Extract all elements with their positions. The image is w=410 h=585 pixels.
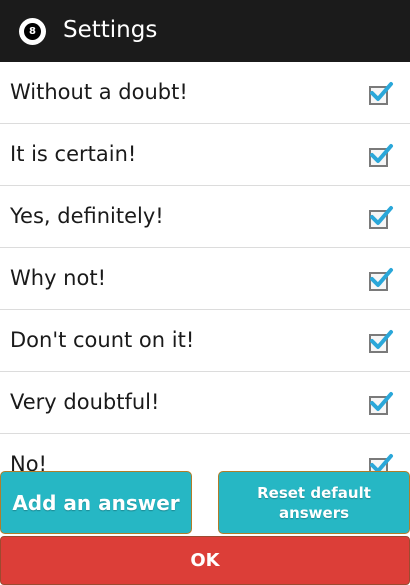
answer-checkbox[interactable] bbox=[368, 330, 393, 355]
list-item[interactable]: Without a doubt! bbox=[0, 62, 410, 124]
eight-ball-icon: 8 bbox=[19, 18, 46, 45]
list-item[interactable]: Why not! bbox=[0, 248, 410, 310]
ok-button[interactable]: OK bbox=[0, 536, 410, 585]
answer-label: Without a doubt! bbox=[10, 80, 188, 104]
answer-label: Why not! bbox=[10, 266, 106, 290]
eight-ball-number: 8 bbox=[24, 23, 41, 40]
checkmark-icon bbox=[370, 144, 393, 163]
action-bar: 8 Settings bbox=[0, 0, 410, 62]
answer-label: Yes, definitely! bbox=[10, 204, 164, 228]
answer-label: Don't count on it! bbox=[10, 328, 195, 352]
answer-label: Very doubtful! bbox=[10, 390, 160, 414]
answer-checkbox[interactable] bbox=[368, 268, 393, 293]
answer-checkbox[interactable] bbox=[368, 144, 393, 169]
answers-list[interactable]: Without a doubt! It is certain! Yes, def… bbox=[0, 62, 410, 480]
checkmark-icon bbox=[370, 392, 393, 411]
checkmark-icon bbox=[370, 268, 393, 287]
list-item[interactable]: Very doubtful! bbox=[0, 372, 410, 434]
list-item[interactable]: Don't count on it! bbox=[0, 310, 410, 372]
checkmark-icon bbox=[370, 330, 393, 349]
answer-checkbox[interactable] bbox=[368, 82, 393, 107]
checkmark-icon bbox=[370, 206, 393, 225]
answer-label: It is certain! bbox=[10, 142, 137, 166]
add-answer-button[interactable]: Add an answer bbox=[0, 471, 192, 534]
checkmark-icon bbox=[370, 82, 393, 101]
list-item[interactable]: It is certain! bbox=[0, 124, 410, 186]
page-title: Settings bbox=[63, 17, 158, 43]
answer-checkbox[interactable] bbox=[368, 392, 393, 417]
answer-checkbox[interactable] bbox=[368, 206, 393, 231]
list-item[interactable]: Yes, definitely! bbox=[0, 186, 410, 248]
reset-default-answers-button[interactable]: Reset default answers bbox=[218, 471, 410, 534]
